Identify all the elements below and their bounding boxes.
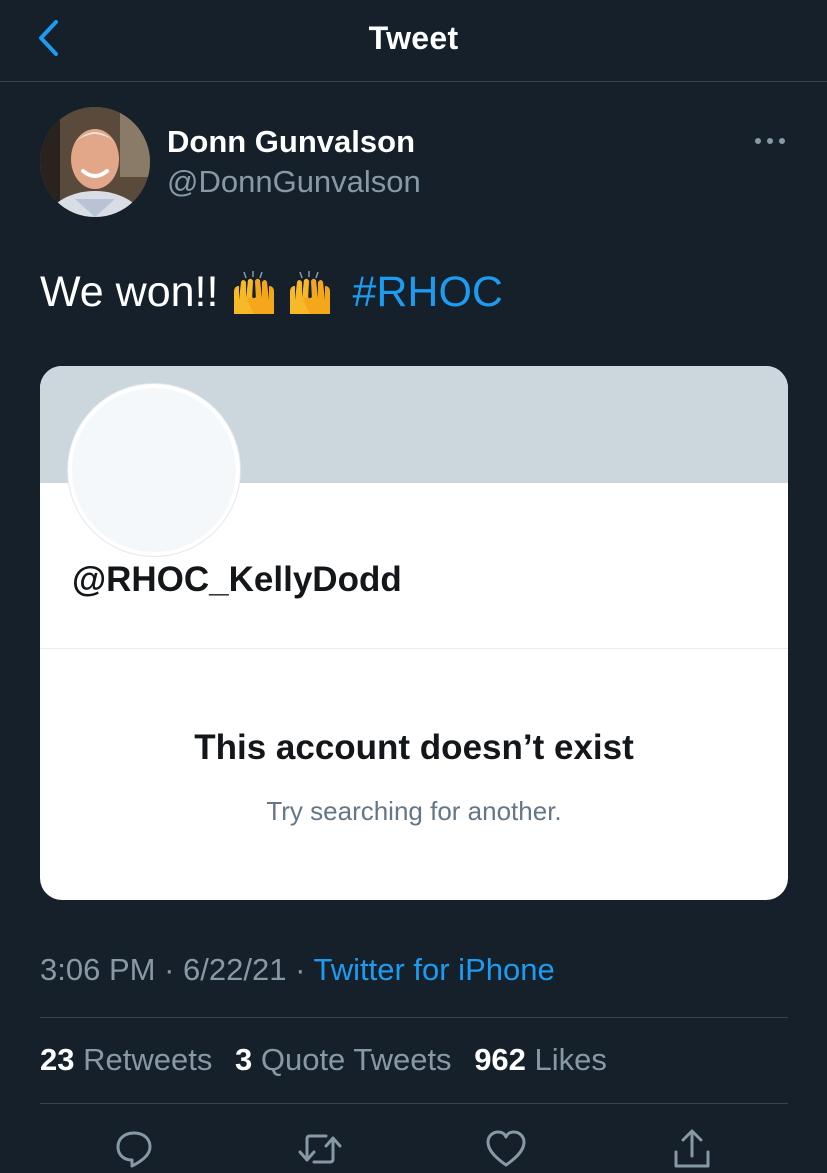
raising-hands-icon — [234, 270, 331, 314]
tweet-meta: 3:06 PM · 6/22/21 · Twitter for iPhone — [40, 952, 555, 988]
quote-tweets-stat[interactable]: 3 Quote Tweets — [235, 1042, 452, 1077]
more-dots-icon — [755, 138, 785, 144]
tweet-detail-screen: Tweet Donn Gunvalson @DonnGunvalson We w… — [0, 0, 827, 1173]
meta-separator: · — [295, 952, 306, 987]
hashtag-link[interactable]: #RHOC — [352, 268, 503, 317]
card-divider — [40, 648, 788, 649]
reply-button[interactable] — [112, 1127, 156, 1171]
tweet-body: We won!! #RHOC — [40, 268, 503, 317]
tweet-text: We won!! — [40, 268, 219, 316]
tweet-stats: 23 Retweets 3 Quote Tweets 962 Likes — [40, 1042, 621, 1078]
top-navigation-bar: Tweet — [0, 0, 827, 82]
author-avatar[interactable] — [40, 107, 150, 217]
card-profile-handle: @RHOC_KellyDodd — [72, 560, 402, 599]
retweet-icon — [298, 1134, 342, 1164]
account-missing-subtitle: Try searching for another. — [266, 796, 562, 826]
likes-stat[interactable]: 962 Likes — [474, 1042, 607, 1077]
quote-tweets-label: Quote Tweets — [260, 1042, 452, 1077]
author-name[interactable]: Donn Gunvalson — [167, 124, 415, 160]
account-missing-title: This account doesn’t exist — [194, 728, 634, 767]
author-handle[interactable]: @DonnGunvalson — [167, 164, 421, 200]
likes-count: 962 — [474, 1042, 526, 1077]
retweets-count: 23 — [40, 1042, 75, 1077]
meta-separator: · — [164, 952, 175, 987]
page-title: Tweet — [368, 20, 459, 56]
divider — [40, 1103, 788, 1104]
tweet-date: 6/22/21 — [183, 952, 287, 987]
divider — [40, 1017, 788, 1018]
retweets-label: Retweets — [83, 1042, 213, 1077]
likes-label: Likes — [534, 1042, 607, 1077]
raising-hands-emoji — [228, 270, 336, 316]
retweet-button[interactable] — [298, 1127, 342, 1171]
quote-tweets-count: 3 — [234, 1042, 253, 1077]
avatar-photo — [40, 107, 150, 217]
embedded-image-card[interactable]: @RHOC_KellyDodd This account doesn’t exi… — [40, 366, 788, 900]
share-button[interactable] — [670, 1127, 714, 1171]
more-options-button[interactable] — [750, 126, 790, 156]
share-icon — [674, 1129, 710, 1168]
heart-icon — [486, 1130, 526, 1167]
reply-icon — [116, 1131, 152, 1168]
retweets-stat[interactable]: 23 Retweets — [40, 1042, 212, 1077]
tweet-time: 3:06 PM — [40, 952, 156, 987]
profile-avatar-placeholder — [68, 384, 240, 556]
like-button[interactable] — [484, 1127, 528, 1171]
tweet-source-link[interactable]: Twitter for iPhone — [313, 952, 554, 987]
